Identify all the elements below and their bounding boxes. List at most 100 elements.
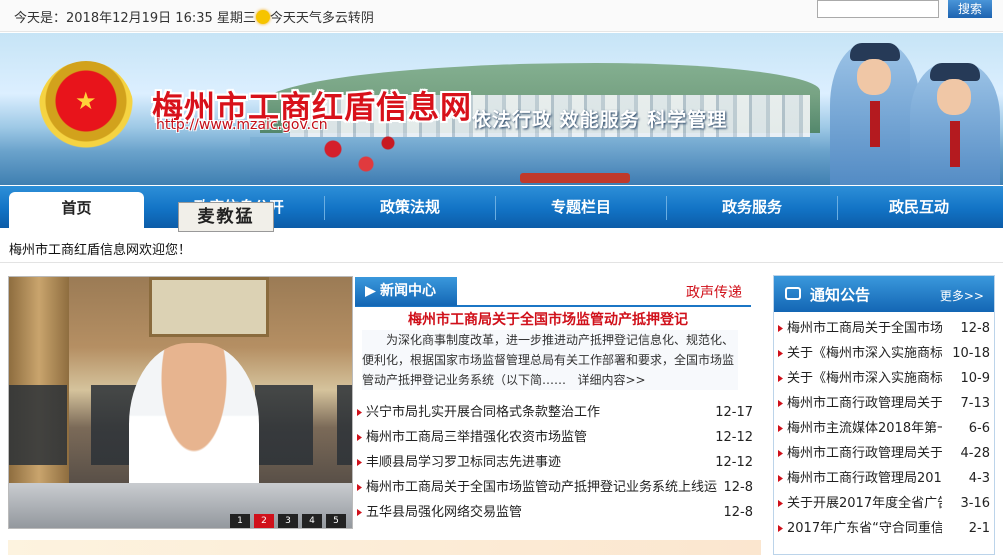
notice-item-date: 6-6 <box>968 421 990 436</box>
bullet-arrow-icon <box>778 325 783 332</box>
nav-policy[interactable]: 政策法规 <box>325 186 495 228</box>
news-item-date: 12-17 <box>715 405 753 420</box>
slide-page-button[interactable]: 4 <box>302 514 322 528</box>
notice-item-date: 10-18 <box>952 346 990 361</box>
news-item-title[interactable]: 丰顺县局学习罗卫标同志先进事迹 <box>366 450 561 475</box>
tab-news-center-label: 新闻中心 <box>380 283 436 299</box>
bullet-arrow-icon <box>357 409 362 416</box>
bullet-arrow-icon <box>778 500 783 507</box>
news-header: 新闻中心 政声传递 <box>355 277 751 307</box>
bullet-arrow-icon <box>778 450 783 457</box>
bullet-arrow-icon <box>357 484 362 491</box>
nav-services[interactable]: 政务服务 <box>667 186 837 228</box>
bullet-arrow-icon <box>778 475 783 482</box>
banner-flowers <box>300 125 410 185</box>
play-arrow-icon <box>365 286 376 297</box>
list-item[interactable]: 梅州市工商行政管理局关于敦 4-28 <box>774 441 996 466</box>
news-item-date: 12-8 <box>723 505 753 520</box>
notice-item-date: 2-1 <box>968 521 990 536</box>
list-item[interactable]: 兴宁市局扎实开展合同格式条款整治工作 12-17 <box>355 400 753 425</box>
nav-interaction[interactable]: 政民互动 <box>838 186 1000 228</box>
welcome-text: 梅州市工商红盾信息网欢迎您！ <box>9 243 192 258</box>
list-item[interactable]: 关于开展2017年度全省广告业 3-16 <box>774 491 996 516</box>
notice-item-title[interactable]: 梅州市工商行政管理局2017年 <box>787 466 942 491</box>
bullet-arrow-icon <box>778 425 783 432</box>
nav-topics[interactable]: 专题栏目 <box>496 186 666 228</box>
notice-item-title[interactable]: 关于开展2017年度全省广告业 <box>787 491 942 516</box>
list-item[interactable]: 梅州市工商行政管理局关于责 7-13 <box>774 391 996 416</box>
news-photo[interactable] <box>8 276 353 529</box>
slide-page-button-active[interactable]: 2 <box>254 514 274 528</box>
notice-item-date: 3-16 <box>960 496 990 511</box>
notice-item-title[interactable]: 2017年广东省“守合同重信用 <box>787 516 942 541</box>
news-item-title[interactable]: 梅州市工商局关于全国市场监管动产抵押登记业务系统上线运 <box>366 475 717 500</box>
list-item[interactable]: 关于《梅州市深入实施商标品 10-18 <box>774 341 996 366</box>
news-item-date: 12-12 <box>715 455 753 470</box>
notice-panel: 通知公告 更多>> 梅州市工商局关于全国市场监 12-8 关于《梅州市深入实施商… <box>773 275 995 555</box>
news-item-title[interactable]: 梅州市工商局三举措强化农资市场监管 <box>366 425 587 450</box>
site-url: http://www.mzaic.gov.cn <box>156 117 328 133</box>
notice-item-date: 4-3 <box>968 471 990 486</box>
list-item[interactable]: 丰顺县局学习罗卫标同志先进事迹 12-12 <box>355 450 753 475</box>
notice-title: 通知公告 <box>810 286 871 304</box>
banner-boats <box>520 173 630 183</box>
bullet-arrow-icon <box>778 400 783 407</box>
news-item-date: 12-12 <box>715 430 753 445</box>
notice-item-title[interactable]: 梅州市工商行政管理局关于敦 <box>787 441 942 466</box>
notice-item-title[interactable]: 关于《梅州市深入实施商标品 <box>787 366 942 391</box>
bullet-arrow-icon <box>357 434 362 441</box>
bottom-banner-strip <box>8 540 761 555</box>
news-item-title[interactable]: 兴宁市局扎实开展合同格式条款整治工作 <box>366 400 600 425</box>
bullet-arrow-icon <box>357 509 362 516</box>
list-item[interactable]: 梅州市主流媒体2018年第一季 6-6 <box>774 416 996 441</box>
sun-icon <box>255 10 270 24</box>
notice-item-title[interactable]: 梅州市工商局关于全国市场监 <box>787 316 942 341</box>
bullet-arrow-icon <box>357 459 362 466</box>
slide-page-button[interactable]: 5 <box>326 514 346 528</box>
officer-figure <box>910 63 1000 185</box>
chat-bubble-icon <box>785 287 801 300</box>
notice-header: 通知公告 更多>> <box>774 276 994 312</box>
main-nav: 首页 政府信息公开 政策法规 专题栏目 政务服务 政民互动 <box>0 186 1003 228</box>
date-text: 今天是：2018年12月19日 16:35 星期三 <box>14 11 256 26</box>
search-input[interactable] <box>817 0 939 18</box>
list-item[interactable]: 2017年广东省“守合同重信用 2-1 <box>774 516 996 541</box>
header-banner: ★ 梅州市工商红盾信息网 http://www.mzaic.gov.cn 依法行… <box>0 33 1003 185</box>
notice-item-title[interactable]: 关于《梅州市深入实施商标品 <box>787 341 942 366</box>
bullet-arrow-icon <box>778 350 783 357</box>
emblem-star-icon: ★ <box>75 87 97 115</box>
notice-more-link[interactable]: 更多>> <box>940 287 984 304</box>
officer-figure <box>830 43 920 185</box>
slide-page-button[interactable]: 3 <box>278 514 298 528</box>
notice-item-date: 7-13 <box>960 396 990 411</box>
news-item-title[interactable]: 五华县局强化网络交易监管 <box>366 500 522 525</box>
notice-item-title[interactable]: 梅州市主流媒体2018年第一季 <box>787 416 942 441</box>
slide-page-button[interactable]: 1 <box>230 514 250 528</box>
list-item[interactable]: 梅州市工商局三举措强化农资市场监管 12-12 <box>355 425 753 450</box>
photo-wall-frame <box>149 277 269 337</box>
site-slogan: 依法行政 效能服务 科学管理 <box>472 109 728 131</box>
photo-nameplate: 麦教猛 <box>178 202 274 232</box>
top-bar: 今天是：2018年12月19日 16:35 星期三 今天天气多云转阴 搜索 <box>0 0 1003 32</box>
bullet-arrow-icon <box>778 375 783 382</box>
list-item[interactable]: 五华县局强化网络交易监管 12-8 <box>355 500 753 525</box>
notice-item-date: 12-8 <box>960 321 990 336</box>
list-item[interactable]: 梅州市工商局关于全国市场监 12-8 <box>774 316 996 341</box>
headline-title[interactable]: 梅州市工商局关于全国市场监管动产抵押登记 <box>355 309 741 329</box>
news-item-date: 12-8 <box>723 480 753 495</box>
tab-government-voice[interactable]: 政声传递 <box>686 282 742 302</box>
detail-link[interactable]: 详细内容>> <box>577 373 645 387</box>
bullet-arrow-icon <box>778 525 783 532</box>
list-item[interactable]: 梅州市工商局关于全国市场监管动产抵押登记业务系统上线运 12-8 <box>355 475 753 500</box>
notice-item-date: 4-28 <box>960 446 990 461</box>
weather-text: 今天天气多云转阴 <box>269 11 374 26</box>
headline-body: 为深化商事制度改革，进一步推进动产抵押登记信息化、规范化、便利化，根据国家市场监… <box>362 333 735 387</box>
list-item[interactable]: 关于《梅州市深入实施商标品 10-9 <box>774 366 996 391</box>
headline-summary: 为深化商事制度改革，进一步推进动产抵押登记信息化、规范化、便利化，根据国家市场监… <box>362 330 738 390</box>
search-button[interactable]: 搜索 <box>948 0 992 18</box>
notice-item-title[interactable]: 梅州市工商行政管理局关于责 <box>787 391 942 416</box>
nav-home[interactable]: 首页 <box>9 192 144 228</box>
divider <box>0 262 1003 263</box>
list-item[interactable]: 梅州市工商行政管理局2017年 4-3 <box>774 466 996 491</box>
tab-news-center[interactable]: 新闻中心 <box>355 277 457 306</box>
